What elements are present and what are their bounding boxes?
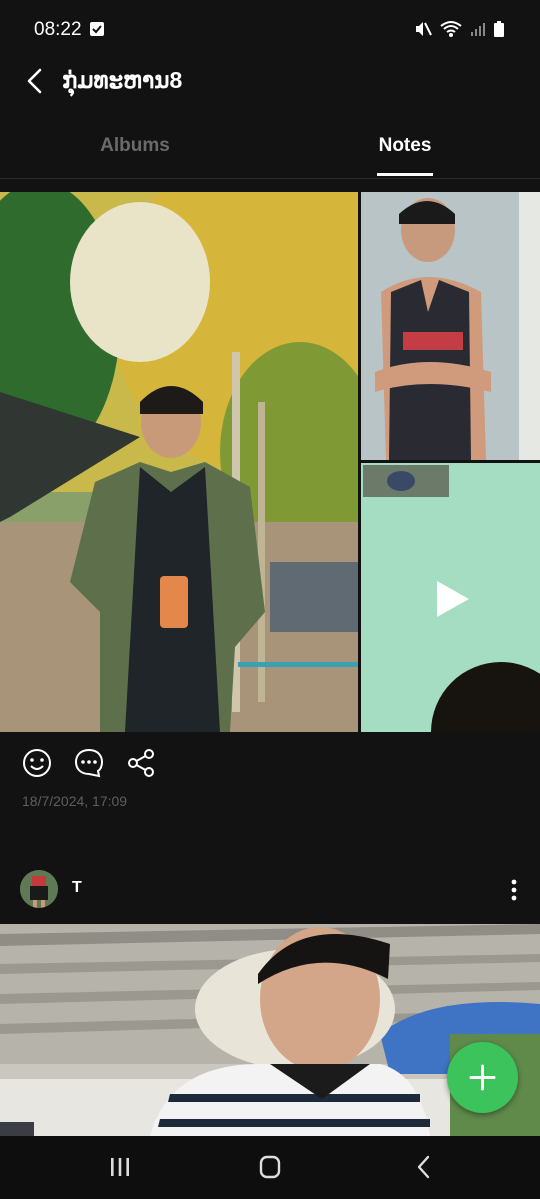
comment-icon[interactable] (72, 746, 106, 780)
chevron-left-icon[interactable] (18, 63, 54, 99)
tab-albums[interactable]: Albums (0, 118, 270, 178)
status-time: 08:22 (34, 19, 82, 40)
home-icon[interactable] (250, 1152, 290, 1182)
post-timestamp: 18/7/2024, 17:09 (22, 793, 128, 809)
tab-bar: Albums Notes (0, 118, 540, 179)
status-icons (414, 20, 504, 38)
post-photo-secondary[interactable] (361, 192, 540, 460)
post-photo-grid (0, 192, 540, 732)
share-icon[interactable] (124, 746, 158, 780)
mute-icon (414, 20, 432, 38)
wifi-icon (440, 20, 462, 38)
signal-icon (470, 21, 486, 37)
page-title: ກຸ່ມທະຫານ8 (62, 67, 183, 93)
header: ກຸ່ມທະຫານ8 (0, 55, 540, 105)
play-icon[interactable] (435, 579, 471, 619)
checkbox-notification-icon (90, 22, 104, 36)
back-icon[interactable] (404, 1152, 444, 1182)
system-nav-bar (0, 1136, 540, 1199)
active-tab-indicator (377, 173, 433, 176)
post-author[interactable]: T (72, 879, 82, 897)
more-vertical-icon[interactable] (500, 874, 528, 906)
avatar[interactable] (20, 870, 58, 908)
battery-icon (494, 21, 504, 37)
post-photo-main[interactable] (0, 192, 358, 732)
tab-notes[interactable]: Notes (270, 118, 540, 178)
recent-apps-icon[interactable] (100, 1152, 140, 1182)
add-post-button[interactable] (447, 1042, 518, 1113)
status-bar: 08:22 (0, 0, 540, 60)
smiley-icon[interactable] (20, 746, 54, 780)
plus-icon (469, 1064, 496, 1091)
post-actions (0, 740, 540, 790)
post-video-thumbnail[interactable] (361, 463, 540, 732)
post-header: T (0, 866, 540, 916)
